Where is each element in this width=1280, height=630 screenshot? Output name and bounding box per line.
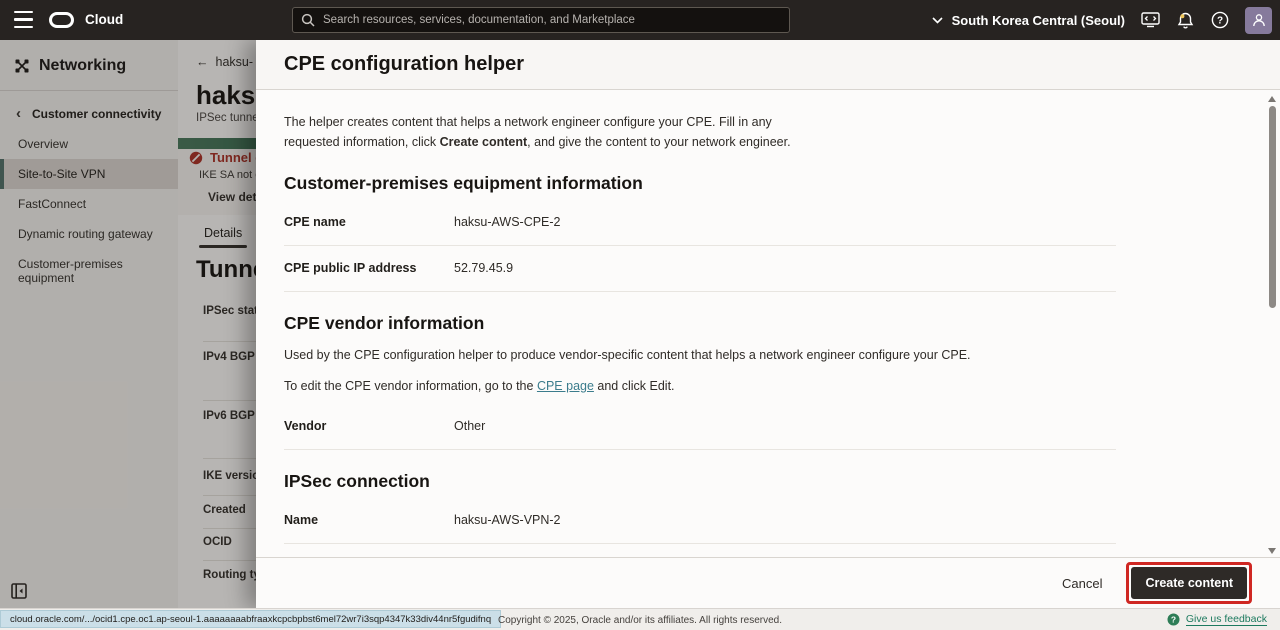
cpe-configuration-helper-panel: CPE configuration helper The helper crea… (256, 40, 1280, 608)
field-value: 52.79.45.9 (454, 261, 513, 275)
vendor-description: Used by the CPE configuration helper to … (284, 346, 1116, 365)
cancel-button[interactable]: Cancel (1062, 576, 1102, 591)
cloud-shell-icon[interactable] (1140, 10, 1160, 30)
panel-body: The helper creates content that helps a … (256, 90, 1280, 557)
topbar-right-cluster: South Korea Central (Seoul) ? (932, 0, 1272, 40)
section-heading-ipsec: IPSec connection (284, 471, 1116, 492)
svg-text:?: ? (1171, 615, 1176, 625)
panel-footer: Cancel Create content (256, 557, 1280, 608)
intro-bold-text: Create content (440, 135, 528, 149)
panel-title: CPE configuration helper (284, 53, 524, 76)
create-content-button[interactable]: Create content (1131, 567, 1247, 599)
top-navigation-bar: Cloud South Korea Central (Seoul) ? (0, 0, 1280, 40)
region-label: South Korea Central (Seoul) (952, 13, 1125, 28)
field-label: Vendor (284, 419, 454, 433)
feedback-help-icon: ? (1167, 613, 1180, 626)
search-icon (301, 13, 315, 27)
scrollbar-up-arrow-icon[interactable] (1268, 96, 1276, 102)
field-row-vendor: Vendor Other (284, 404, 1116, 450)
help-icon[interactable]: ? (1210, 10, 1230, 30)
search-input[interactable] (323, 14, 781, 26)
chevron-down-icon (932, 17, 943, 24)
vendor-edit-hint: To edit the CPE vendor information, go t… (284, 377, 1116, 396)
scrollbar-thumb[interactable] (1269, 106, 1276, 308)
give-feedback-link[interactable]: ? Give us feedback (1167, 613, 1267, 626)
panel-intro: The helper creates content that helps a … (284, 112, 808, 152)
notifications-bell-icon[interactable] (1175, 10, 1195, 30)
give-feedback-label: Give us feedback (1186, 613, 1267, 626)
hamburger-menu-icon[interactable] (14, 11, 33, 28)
region-selector[interactable]: South Korea Central (Seoul) (932, 13, 1125, 28)
intro-text-after: , and give the content to your network e… (527, 135, 790, 149)
field-row-cpe-name: CPE name haksu-AWS-CPE-2 (284, 200, 1116, 246)
section-heading-vendor: CPE vendor information (284, 313, 1116, 334)
cpe-page-link[interactable]: CPE page (537, 379, 594, 393)
field-label: CPE name (284, 215, 454, 229)
oracle-logo[interactable] (49, 12, 74, 28)
scrollbar-down-arrow-icon[interactable] (1268, 548, 1276, 554)
copyright-text: Copyright © 2025, Oracle and/or its affi… (0, 615, 1280, 626)
field-value: haksu-AWS-CPE-2 (454, 215, 561, 229)
field-label: CPE public IP address (284, 261, 454, 275)
panel-header: CPE configuration helper (256, 40, 1280, 90)
field-label: Name (284, 513, 454, 527)
create-content-highlight: Create content (1126, 562, 1252, 604)
field-row-cpe-public-ip: CPE public IP address 52.79.45.9 (284, 246, 1116, 292)
user-avatar[interactable] (1245, 7, 1272, 34)
section-heading-equipment: Customer-premises equipment information (284, 173, 1116, 194)
vendor-edit-text-after: and click Edit. (594, 379, 675, 393)
person-icon (1252, 13, 1266, 27)
screen: Cloud South Korea Central (Seoul) ? (0, 0, 1280, 630)
vendor-edit-text: To edit the CPE vendor information, go t… (284, 379, 537, 393)
svg-text:?: ? (1217, 16, 1223, 27)
bottom-status-bar: cloud.oracle.com/.../ocid1.cpe.oc1.ap-se… (0, 608, 1280, 630)
brand-label: Cloud (85, 12, 123, 27)
field-row-ipsec-name: Name haksu-AWS-VPN-2 (284, 498, 1116, 544)
global-search[interactable] (292, 7, 790, 33)
field-value: haksu-AWS-VPN-2 (454, 513, 561, 527)
field-value: Other (454, 419, 485, 433)
